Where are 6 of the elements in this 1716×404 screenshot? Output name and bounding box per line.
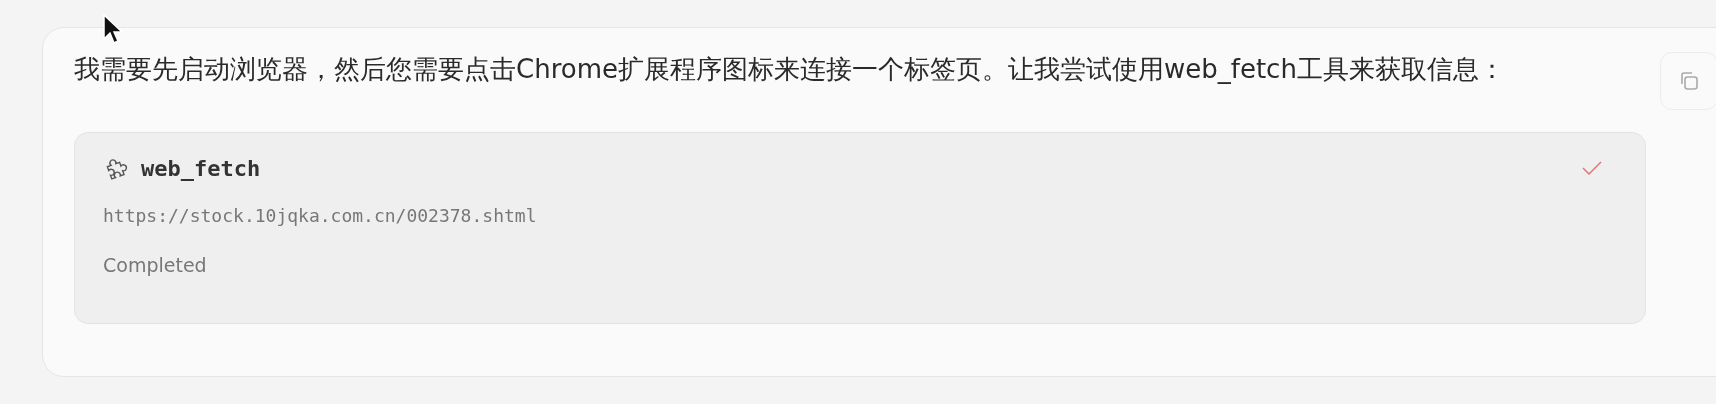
- copy-button[interactable]: [1660, 52, 1716, 110]
- tool-status: Completed: [103, 254, 208, 276]
- copy-icon: [1678, 70, 1700, 92]
- tool-url: https://stock.10jqka.com.cn/002378.shtml: [103, 205, 538, 226]
- tool-name: web_fetch: [141, 155, 261, 181]
- message-text: 我需要先启动浏览器，然后您需要点击Chrome扩展程序图标来连接一个标签页。让我尝试使用web_fetch工具来获取信息：: [74, 53, 1506, 86]
